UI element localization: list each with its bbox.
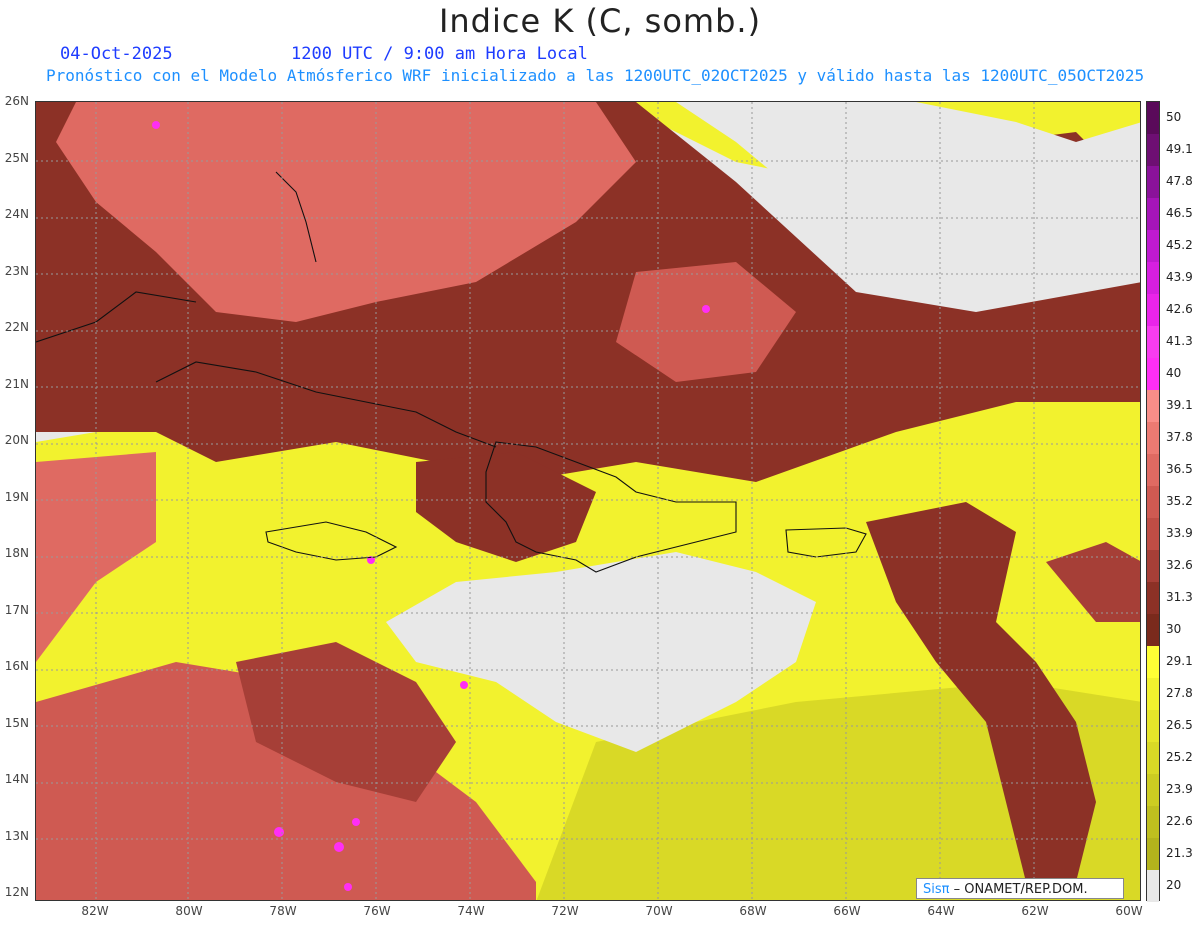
legend-swatch	[1147, 326, 1159, 358]
legend-label: 33.9	[1166, 526, 1193, 540]
legend-label: 45.2	[1166, 238, 1193, 252]
legend-swatch	[1147, 486, 1159, 518]
legend-label: 29.1	[1166, 654, 1193, 668]
high-k-spot	[352, 818, 360, 826]
legend-swatch	[1147, 646, 1159, 678]
credit-brand: Sisπ	[923, 882, 950, 897]
lon-label: 74W	[457, 904, 485, 918]
legend-label: 30	[1166, 622, 1182, 636]
legend-label: 22.6	[1166, 814, 1193, 828]
legend-label: 27.8	[1166, 686, 1193, 700]
legend-swatch	[1147, 838, 1159, 870]
lon-label: 70W	[645, 904, 673, 918]
legend-swatch	[1147, 198, 1159, 230]
legend-swatch	[1147, 134, 1159, 166]
lat-label: 26N	[4, 94, 29, 108]
legend-swatch	[1147, 262, 1159, 294]
legend-label: 43.9	[1166, 270, 1193, 284]
legend-swatch	[1147, 806, 1159, 838]
high-k-spot	[152, 121, 160, 129]
legend-swatch	[1147, 614, 1159, 646]
lon-label: 62W	[1021, 904, 1049, 918]
high-k-spot	[344, 883, 352, 891]
legend-label: 20	[1166, 878, 1182, 892]
lat-label: 22N	[4, 320, 29, 334]
lat-label: 21N	[4, 376, 29, 391]
high-k-spot	[460, 681, 468, 689]
legend-swatch	[1147, 358, 1159, 390]
high-k-spot	[702, 305, 710, 313]
lat-label: 12N	[4, 885, 29, 899]
lon-label: 78W	[269, 904, 297, 918]
high-k-spot	[334, 842, 344, 852]
lon-label: 68W	[739, 904, 767, 918]
legend-swatch	[1147, 710, 1159, 742]
lon-label: 80W	[175, 904, 203, 918]
map-canvas	[36, 102, 1140, 900]
lat-label: 18N	[4, 546, 29, 560]
lon-label: 66W	[833, 904, 861, 918]
lon-label: 64W	[927, 904, 955, 918]
legend-swatch	[1147, 550, 1159, 582]
legend-swatch	[1147, 166, 1159, 198]
legend-label: 21.3	[1166, 846, 1193, 860]
legend-swatch	[1147, 518, 1159, 550]
lon-label: 60W	[1115, 904, 1143, 918]
legend-label: 26.5	[1166, 718, 1193, 732]
color-legend	[1146, 101, 1160, 902]
legend-label: 47.8	[1166, 174, 1193, 188]
legend-swatch	[1147, 454, 1159, 486]
credit-text: – ONAMET/REP.DOM.	[949, 882, 1088, 897]
map-title: Indice K (C, somb.)	[438, 2, 762, 40]
legend-label: 49.1	[1166, 142, 1193, 156]
lon-label: 82W	[81, 904, 109, 918]
lat-label: 25N	[4, 150, 29, 165]
legend-swatch	[1147, 678, 1159, 710]
legend-swatch	[1147, 422, 1159, 454]
legend-label: 40	[1166, 366, 1182, 380]
lat-label: 24N	[4, 207, 29, 221]
legend-label: 25.2	[1166, 750, 1193, 764]
legend-swatch	[1147, 870, 1159, 902]
legend-swatch	[1147, 774, 1159, 806]
legend-label: 31.3	[1166, 590, 1193, 604]
legend-swatch	[1147, 294, 1159, 326]
legend-swatch	[1147, 390, 1159, 422]
lat-label: 15N	[4, 715, 29, 730]
legend-label: 50	[1166, 110, 1182, 124]
legend-swatch	[1147, 742, 1159, 774]
lon-label: 72W	[551, 904, 579, 918]
lat-label: 16N	[4, 659, 29, 673]
legend-swatch	[1147, 230, 1159, 262]
legend-swatch	[1147, 102, 1159, 134]
legend-label: 39.1	[1166, 398, 1193, 412]
lat-label: 17N	[4, 602, 29, 617]
lat-label: 14N	[4, 772, 29, 786]
credit-box: Sisπ – ONAMET/REP.DOM.	[916, 878, 1124, 899]
forecast-date: 04-Oct-2025	[60, 44, 173, 64]
forecast-time: 1200 UTC / 9:00 am Hora Local	[291, 44, 588, 64]
lat-label: 20N	[4, 433, 29, 447]
lat-label: 13N	[4, 828, 29, 843]
legend-label: 41.3	[1166, 334, 1193, 348]
k-index-map	[35, 101, 1141, 901]
lon-label: 76W	[363, 904, 391, 918]
legend-label: 36.5	[1166, 462, 1193, 476]
legend-label: 42.6	[1166, 302, 1193, 316]
legend-label: 46.5	[1166, 206, 1193, 220]
lat-label: 23N	[4, 263, 29, 278]
forecast-description: Pronóstico con el Modelo Atmósferico WRF…	[46, 66, 1145, 85]
legend-swatch	[1147, 582, 1159, 614]
legend-label: 35.2	[1166, 494, 1193, 508]
lat-label: 19N	[4, 489, 29, 504]
legend-label: 37.8	[1166, 430, 1193, 444]
legend-label: 32.6	[1166, 558, 1193, 572]
legend-label: 23.9	[1166, 782, 1193, 796]
